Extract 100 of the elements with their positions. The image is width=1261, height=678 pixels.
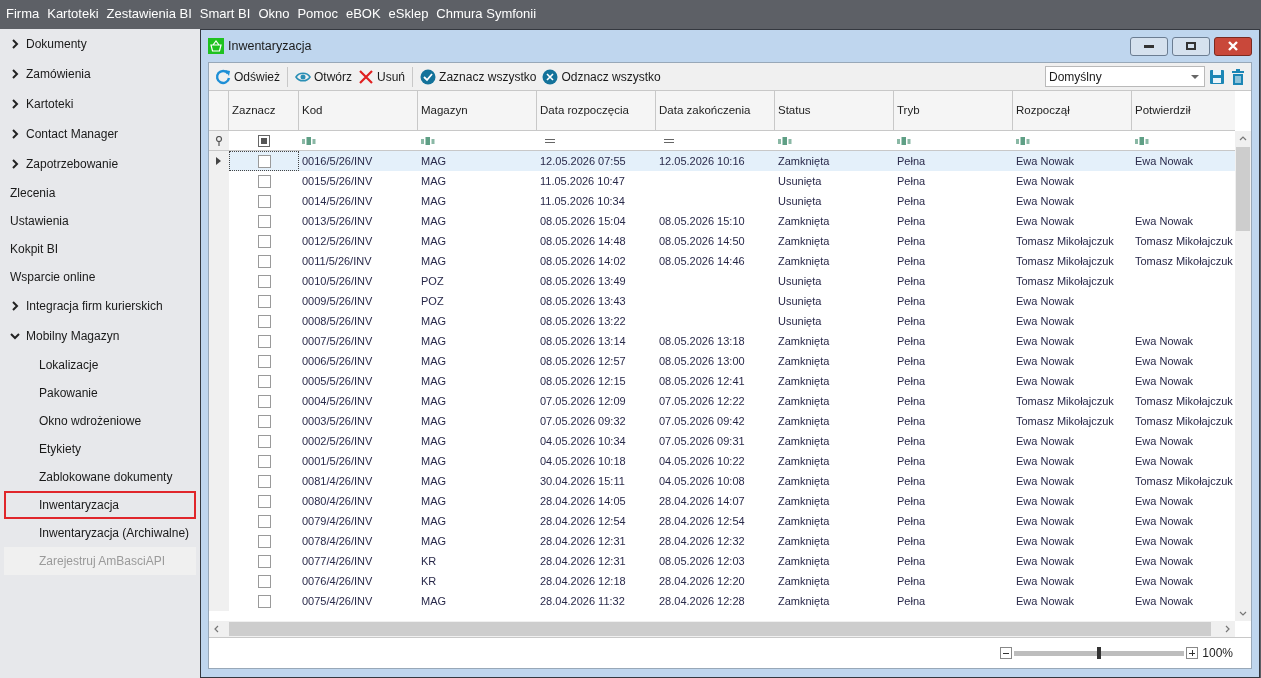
menu-item[interactable]: Smart BI (195, 0, 255, 28)
zoom-slider[interactable] (1014, 647, 1185, 659)
column-header[interactable]: Data rozpoczęcia (537, 91, 656, 130)
checkbox[interactable] (257, 314, 271, 328)
checkbox[interactable] (257, 534, 271, 548)
menu-item[interactable]: Firma (2, 0, 44, 28)
sidebar-item[interactable]: Zamówienia (4, 59, 196, 89)
sidebar-item[interactable]: Zlecenia (4, 179, 196, 207)
checkbox[interactable] (257, 274, 271, 288)
checkbox[interactable] (257, 174, 271, 188)
table-cell-text: 28.04.2026 14:05 (540, 493, 626, 509)
zoom-out-button[interactable] (1000, 647, 1013, 659)
sidebar-item[interactable]: Etykiety (4, 435, 196, 463)
toolbar-button[interactable]: Zaznacz wszystko (418, 65, 539, 88)
sidebar-item[interactable]: Lokalizacje (4, 351, 196, 379)
column-header[interactable]: Rozpoczął (1013, 91, 1132, 130)
sidebar-item[interactable]: Kokpit BI (4, 235, 196, 263)
column-header[interactable]: Kod (299, 91, 418, 130)
toolbar-button[interactable]: Odśwież (213, 65, 282, 88)
layout-dropdown[interactable]: Domyślny (1045, 66, 1205, 87)
slider-thumb[interactable] (1097, 647, 1102, 659)
table-cell-text: Tomasz Mikołajczuk (1135, 233, 1233, 249)
row-selector[interactable] (209, 151, 229, 171)
menu-item[interactable]: Zestawienia BI (102, 0, 196, 28)
text-filter-icon (302, 136, 316, 145)
checkbox[interactable] (257, 494, 271, 508)
checkbox[interactable] (257, 374, 271, 388)
table-cell-text: Usunięta (778, 273, 822, 289)
checkbox[interactable] (257, 294, 271, 308)
menu-item[interactable]: eBOK (341, 0, 385, 28)
table-cell-text: 08.05.2026 13:18 (659, 333, 745, 349)
sidebar-item[interactable]: Dokumenty (4, 29, 196, 59)
table-cell-text: Zamknięta (778, 233, 830, 249)
sidebar-item[interactable]: Zapotrzebowanie (4, 149, 196, 179)
table-cell-text: Ewa Nowak (1016, 553, 1075, 569)
column-header[interactable]: Tryb (894, 91, 1013, 130)
checkbox[interactable] (257, 154, 271, 168)
zoom-level: 100% (1202, 645, 1233, 662)
close-button[interactable] (1214, 36, 1252, 56)
checkbox[interactable] (257, 354, 271, 368)
scrollbar-thumb[interactable] (1236, 147, 1250, 231)
checkbox[interactable] (257, 254, 271, 268)
scrollbar-thumb[interactable] (229, 622, 1211, 636)
table-cell-text: 0012/5/26/INV (302, 233, 373, 249)
checkbox[interactable] (257, 594, 271, 608)
zoom-in-button[interactable] (1186, 647, 1199, 659)
sidebar-item[interactable]: Okno wdrożeniowe (4, 407, 196, 435)
window-title: Inwentaryzacja (228, 37, 312, 55)
refresh-icon (215, 68, 231, 85)
sidebar-item[interactable]: Inwentaryzacja (4, 491, 196, 519)
checkbox[interactable] (257, 194, 271, 208)
column-header[interactable]: Status (775, 91, 894, 130)
toolbar-button[interactable]: Otwórz (293, 65, 355, 88)
checkbox[interactable] (257, 434, 271, 448)
delete-layout-button[interactable] (1229, 66, 1247, 87)
toolbar-button[interactable]: Usuń (356, 65, 408, 88)
table-cell-text: 0001/5/26/INV (302, 453, 373, 469)
menu-item[interactable]: eSklep (384, 0, 433, 28)
sidebar-item[interactable]: Mobilny Magazyn (4, 321, 196, 351)
checkbox[interactable] (257, 394, 271, 408)
table-cell-text: Ewa Nowak (1135, 153, 1194, 169)
menu-item[interactable]: Kartoteki (43, 0, 103, 28)
checkbox[interactable] (257, 214, 271, 228)
horizontal-scrollbar[interactable] (209, 621, 1235, 637)
sidebar-item[interactable]: Inwentaryzacja (Archiwalne) (4, 519, 196, 547)
minimize-button[interactable] (1130, 36, 1168, 56)
maximize-button[interactable] (1172, 36, 1210, 56)
vertical-scrollbar[interactable] (1235, 131, 1251, 621)
checkbox[interactable] (257, 514, 271, 528)
checkbox[interactable] (257, 474, 271, 488)
checkbox[interactable] (257, 334, 271, 348)
menu-item[interactable]: Chmura Symfonii (432, 0, 541, 28)
table-cell-text: Pełna (897, 293, 926, 309)
table-cell-text: 04.05.2026 10:18 (540, 453, 626, 469)
sidebar-item[interactable]: Ustawienia (4, 207, 196, 235)
equals-filter-icon (545, 138, 555, 143)
column-header[interactable]: Data zakończenia (656, 91, 775, 130)
column-header[interactable]: Magazyn (418, 91, 537, 130)
checkbox[interactable] (257, 554, 271, 568)
sidebar-item[interactable]: Kartoteki (4, 89, 196, 119)
table-cell-text: Zamknięta (778, 513, 830, 529)
sidebar-item[interactable]: Integracja firm kurierskich (4, 291, 196, 321)
toolbar-button[interactable]: Odznacz wszystko (540, 65, 663, 88)
column-header[interactable]: Zaznacz (229, 91, 299, 130)
sidebar-item[interactable]: Pakowanie (4, 379, 196, 407)
table-cell-text: 08.05.2026 14:50 (659, 233, 745, 249)
row-pointer-icon (216, 157, 222, 165)
menu-item[interactable]: Okno (254, 0, 294, 28)
checkbox[interactable] (257, 414, 271, 428)
checkbox[interactable] (257, 574, 271, 588)
checkbox[interactable] (257, 234, 271, 248)
column-header[interactable]: Potwierdził (1132, 91, 1235, 130)
sidebar-item[interactable]: Zablokowane dokumenty (4, 463, 196, 491)
table-cell-text: 0008/5/26/INV (302, 313, 373, 329)
sidebar-item[interactable]: Wsparcie online (4, 263, 196, 291)
table-cell-text: Tomasz Mikołajczuk (1016, 413, 1114, 429)
sidebar-item[interactable]: Contact Manager (4, 119, 196, 149)
menu-item[interactable]: Pomoc (293, 0, 342, 28)
checkbox[interactable] (257, 454, 271, 468)
selected-row[interactable]: 0016/5/26/INV MAG 12.05.2026 07:55 12.05.2026 10:16 Zamknięta Pełna Ewa Nowak Ewa Nowak (209, 151, 1235, 171)
